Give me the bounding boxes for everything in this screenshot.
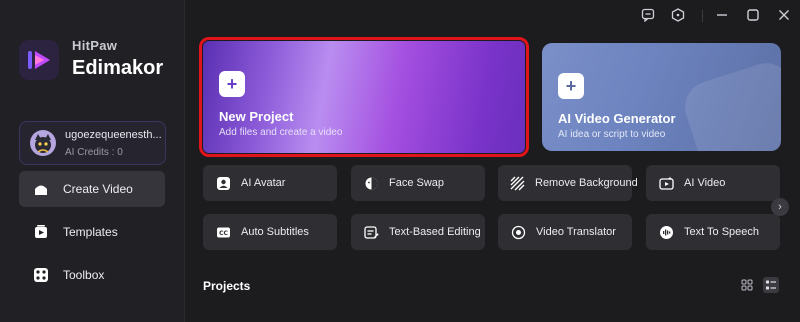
nav-item-toolbox[interactable]: Toolbox [19, 257, 165, 293]
tool-ai-avatar[interactable]: AI Avatar [203, 165, 337, 201]
nav-item-templates[interactable]: Templates [19, 214, 165, 250]
nav-label: Templates [63, 225, 118, 239]
plus-icon: + [219, 71, 245, 97]
maximize-icon[interactable] [744, 6, 762, 24]
toolbox-icon [33, 267, 49, 283]
tool-label: Face Swap [389, 177, 445, 189]
face-swap-icon [363, 175, 379, 191]
account-panel[interactable]: ugoezequeenesth... AI Credits : 0 [19, 121, 166, 165]
grid-view-icon[interactable] [739, 277, 755, 293]
tool-label: Video Translator [536, 226, 616, 238]
close-icon[interactable] [775, 6, 793, 24]
tool-face-swap[interactable]: Face Swap [351, 165, 485, 201]
avatar-icon [215, 175, 231, 191]
logo-icon [28, 51, 50, 69]
tool-text-based-editing[interactable]: Text-Based Editing [351, 214, 485, 250]
tool-auto-subtitles[interactable]: CC Auto Subtitles [203, 214, 337, 250]
feedback-icon[interactable] [639, 6, 657, 24]
chevron-right-icon: › [778, 201, 782, 213]
tool-label: AI Video [684, 177, 726, 189]
tool-video-translator[interactable]: Video Translator [498, 214, 632, 250]
tool-ai-video[interactable]: AI Video [646, 165, 780, 201]
list-view-icon[interactable] [763, 277, 779, 293]
templates-icon [33, 224, 49, 240]
nav-item-create-video[interactable]: Create Video [19, 171, 165, 207]
minimize-icon[interactable] [713, 6, 731, 24]
tool-label: Auto Subtitles [241, 226, 309, 238]
nav-label: Toolbox [63, 268, 105, 282]
subtitles-icon: CC [215, 224, 231, 240]
card-title: AI Video Generator [558, 111, 676, 126]
ai-video-generator-card[interactable]: + AI Video Generator AI idea or script t… [542, 43, 781, 151]
new-project-card[interactable]: + New Project Add files and create a vid… [199, 37, 529, 157]
remove-background-icon [510, 175, 525, 191]
toolbar-divider [702, 10, 703, 22]
tool-label: Remove Background [535, 177, 638, 189]
text-editing-icon [363, 224, 379, 240]
avatar [30, 130, 56, 156]
scroll-right-button[interactable]: › [771, 198, 789, 216]
nav-label: Create Video [63, 182, 133, 196]
tool-label: Text To Speech [684, 226, 760, 238]
sidebar: HitPaw Edimakor ugoezequeenesth... AI Cr… [0, 0, 185, 322]
app-logo [19, 40, 59, 80]
decorative-shape [678, 56, 781, 151]
card-subtitle: AI idea or script to video [558, 129, 666, 140]
brand-product: Edimakor [72, 57, 164, 79]
brand-company: HitPaw [72, 38, 118, 53]
plus-icon: + [558, 73, 584, 99]
projects-title: Projects [203, 279, 251, 293]
text-to-speech-icon [658, 224, 674, 240]
card-title: New Project [219, 109, 294, 124]
translator-icon [510, 224, 526, 240]
ai-video-icon [658, 175, 674, 191]
tool-remove-background[interactable]: Remove Background [498, 165, 638, 201]
account-credits: AI Credits : 0 [65, 147, 123, 158]
tool-label: Text-Based Editing [389, 226, 481, 238]
home-icon [33, 181, 49, 197]
account-name: ugoezequeenesth... [65, 129, 161, 141]
tool-label: AI Avatar [241, 177, 286, 189]
card-subtitle: Add files and create a video [219, 127, 343, 138]
tool-text-to-speech[interactable]: Text To Speech [646, 214, 780, 250]
help-icon[interactable] [669, 6, 687, 24]
svg-text:CC: CC [219, 230, 228, 237]
